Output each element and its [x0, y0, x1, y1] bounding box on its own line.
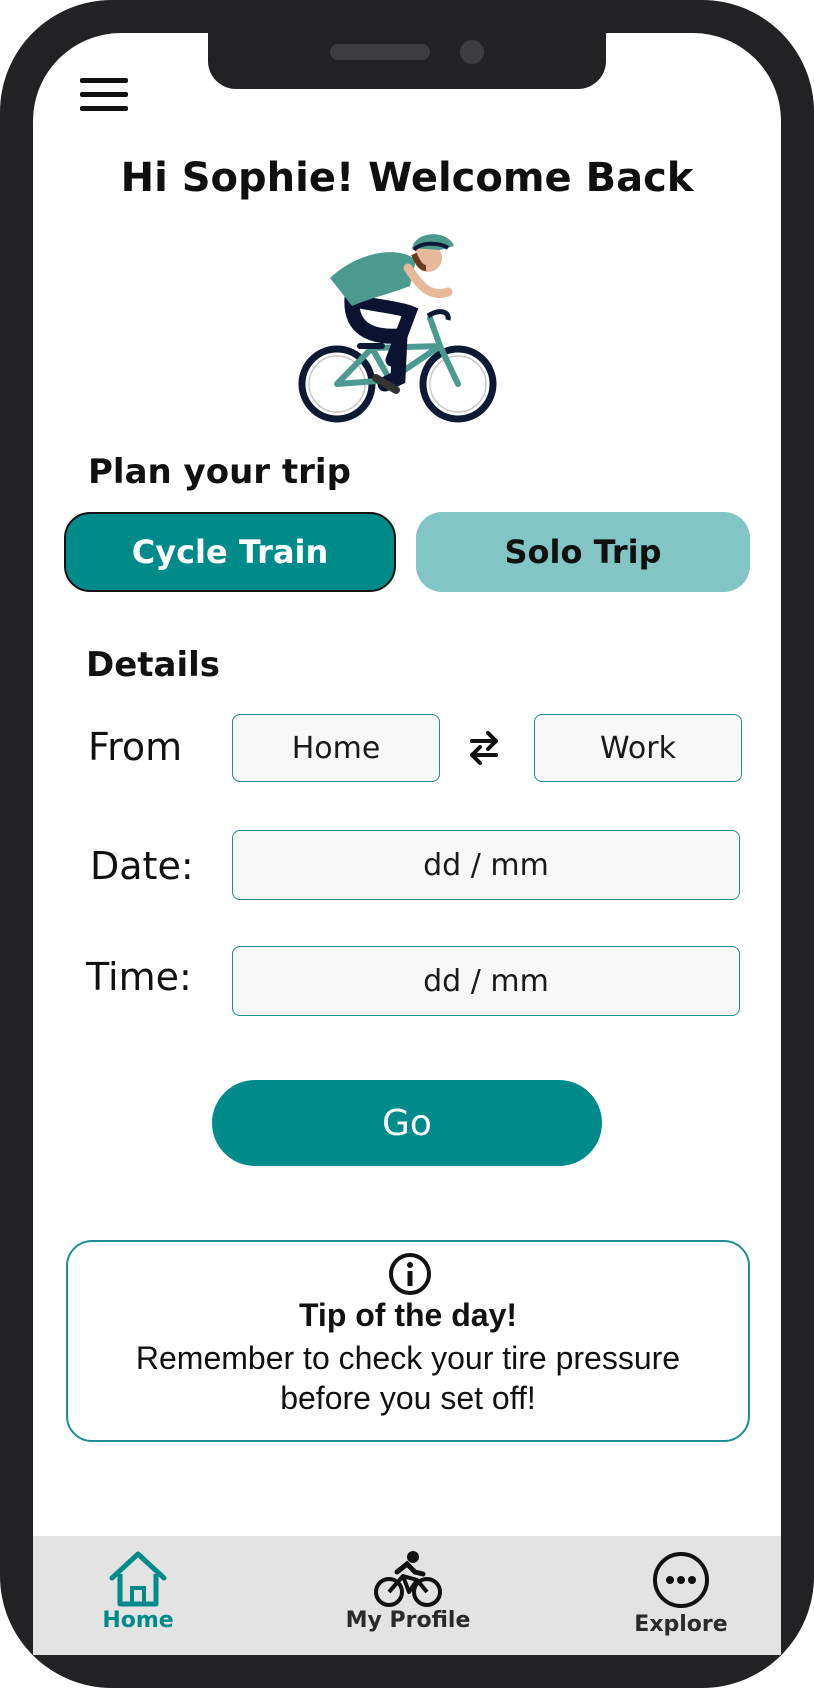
date-label: Date: [90, 844, 194, 888]
from-field[interactable]: Home [232, 714, 440, 782]
cyclist-icon [374, 1551, 442, 1607]
swap-arrows-icon[interactable] [466, 728, 502, 768]
time-label: Time: [86, 955, 192, 999]
more-icon [653, 1552, 709, 1608]
hamburger-menu-icon[interactable] [80, 78, 130, 114]
tab-my-profile[interactable]: My Profile [340, 1550, 476, 1633]
solo-trip-button[interactable]: Solo Trip [416, 512, 750, 592]
phone-notch [208, 33, 606, 89]
date-field[interactable]: dd / mm [232, 830, 740, 900]
tab-home[interactable]: Home [86, 1550, 190, 1633]
tip-body: Remember to check your tire pressure bef… [135, 1340, 681, 1416]
to-field[interactable]: Work [534, 714, 742, 782]
go-button[interactable]: Go [212, 1080, 602, 1166]
front-camera [460, 40, 484, 64]
cyclist-illustration [298, 234, 497, 423]
details-heading: Details [86, 645, 221, 685]
from-label: From [88, 725, 183, 769]
plan-trip-heading: Plan your trip [88, 452, 351, 492]
tip-card: Tip of the day! Remember to check your t… [66, 1240, 750, 1442]
home-icon [109, 1551, 167, 1607]
tab-explore[interactable]: Explore [626, 1550, 736, 1637]
time-field[interactable]: dd / mm [232, 946, 740, 1016]
info-icon [389, 1253, 431, 1295]
cycle-train-button[interactable]: Cycle Train [64, 512, 396, 592]
greeting-title: Hi Sophie! Welcome Back [120, 155, 694, 201]
tab-home-label: Home [102, 1608, 174, 1633]
speaker-grille [330, 44, 430, 60]
tab-my-profile-label: My Profile [345, 1608, 471, 1633]
tab-explore-label: Explore [634, 1612, 728, 1637]
tip-title: Tip of the day! [298, 1297, 518, 1333]
